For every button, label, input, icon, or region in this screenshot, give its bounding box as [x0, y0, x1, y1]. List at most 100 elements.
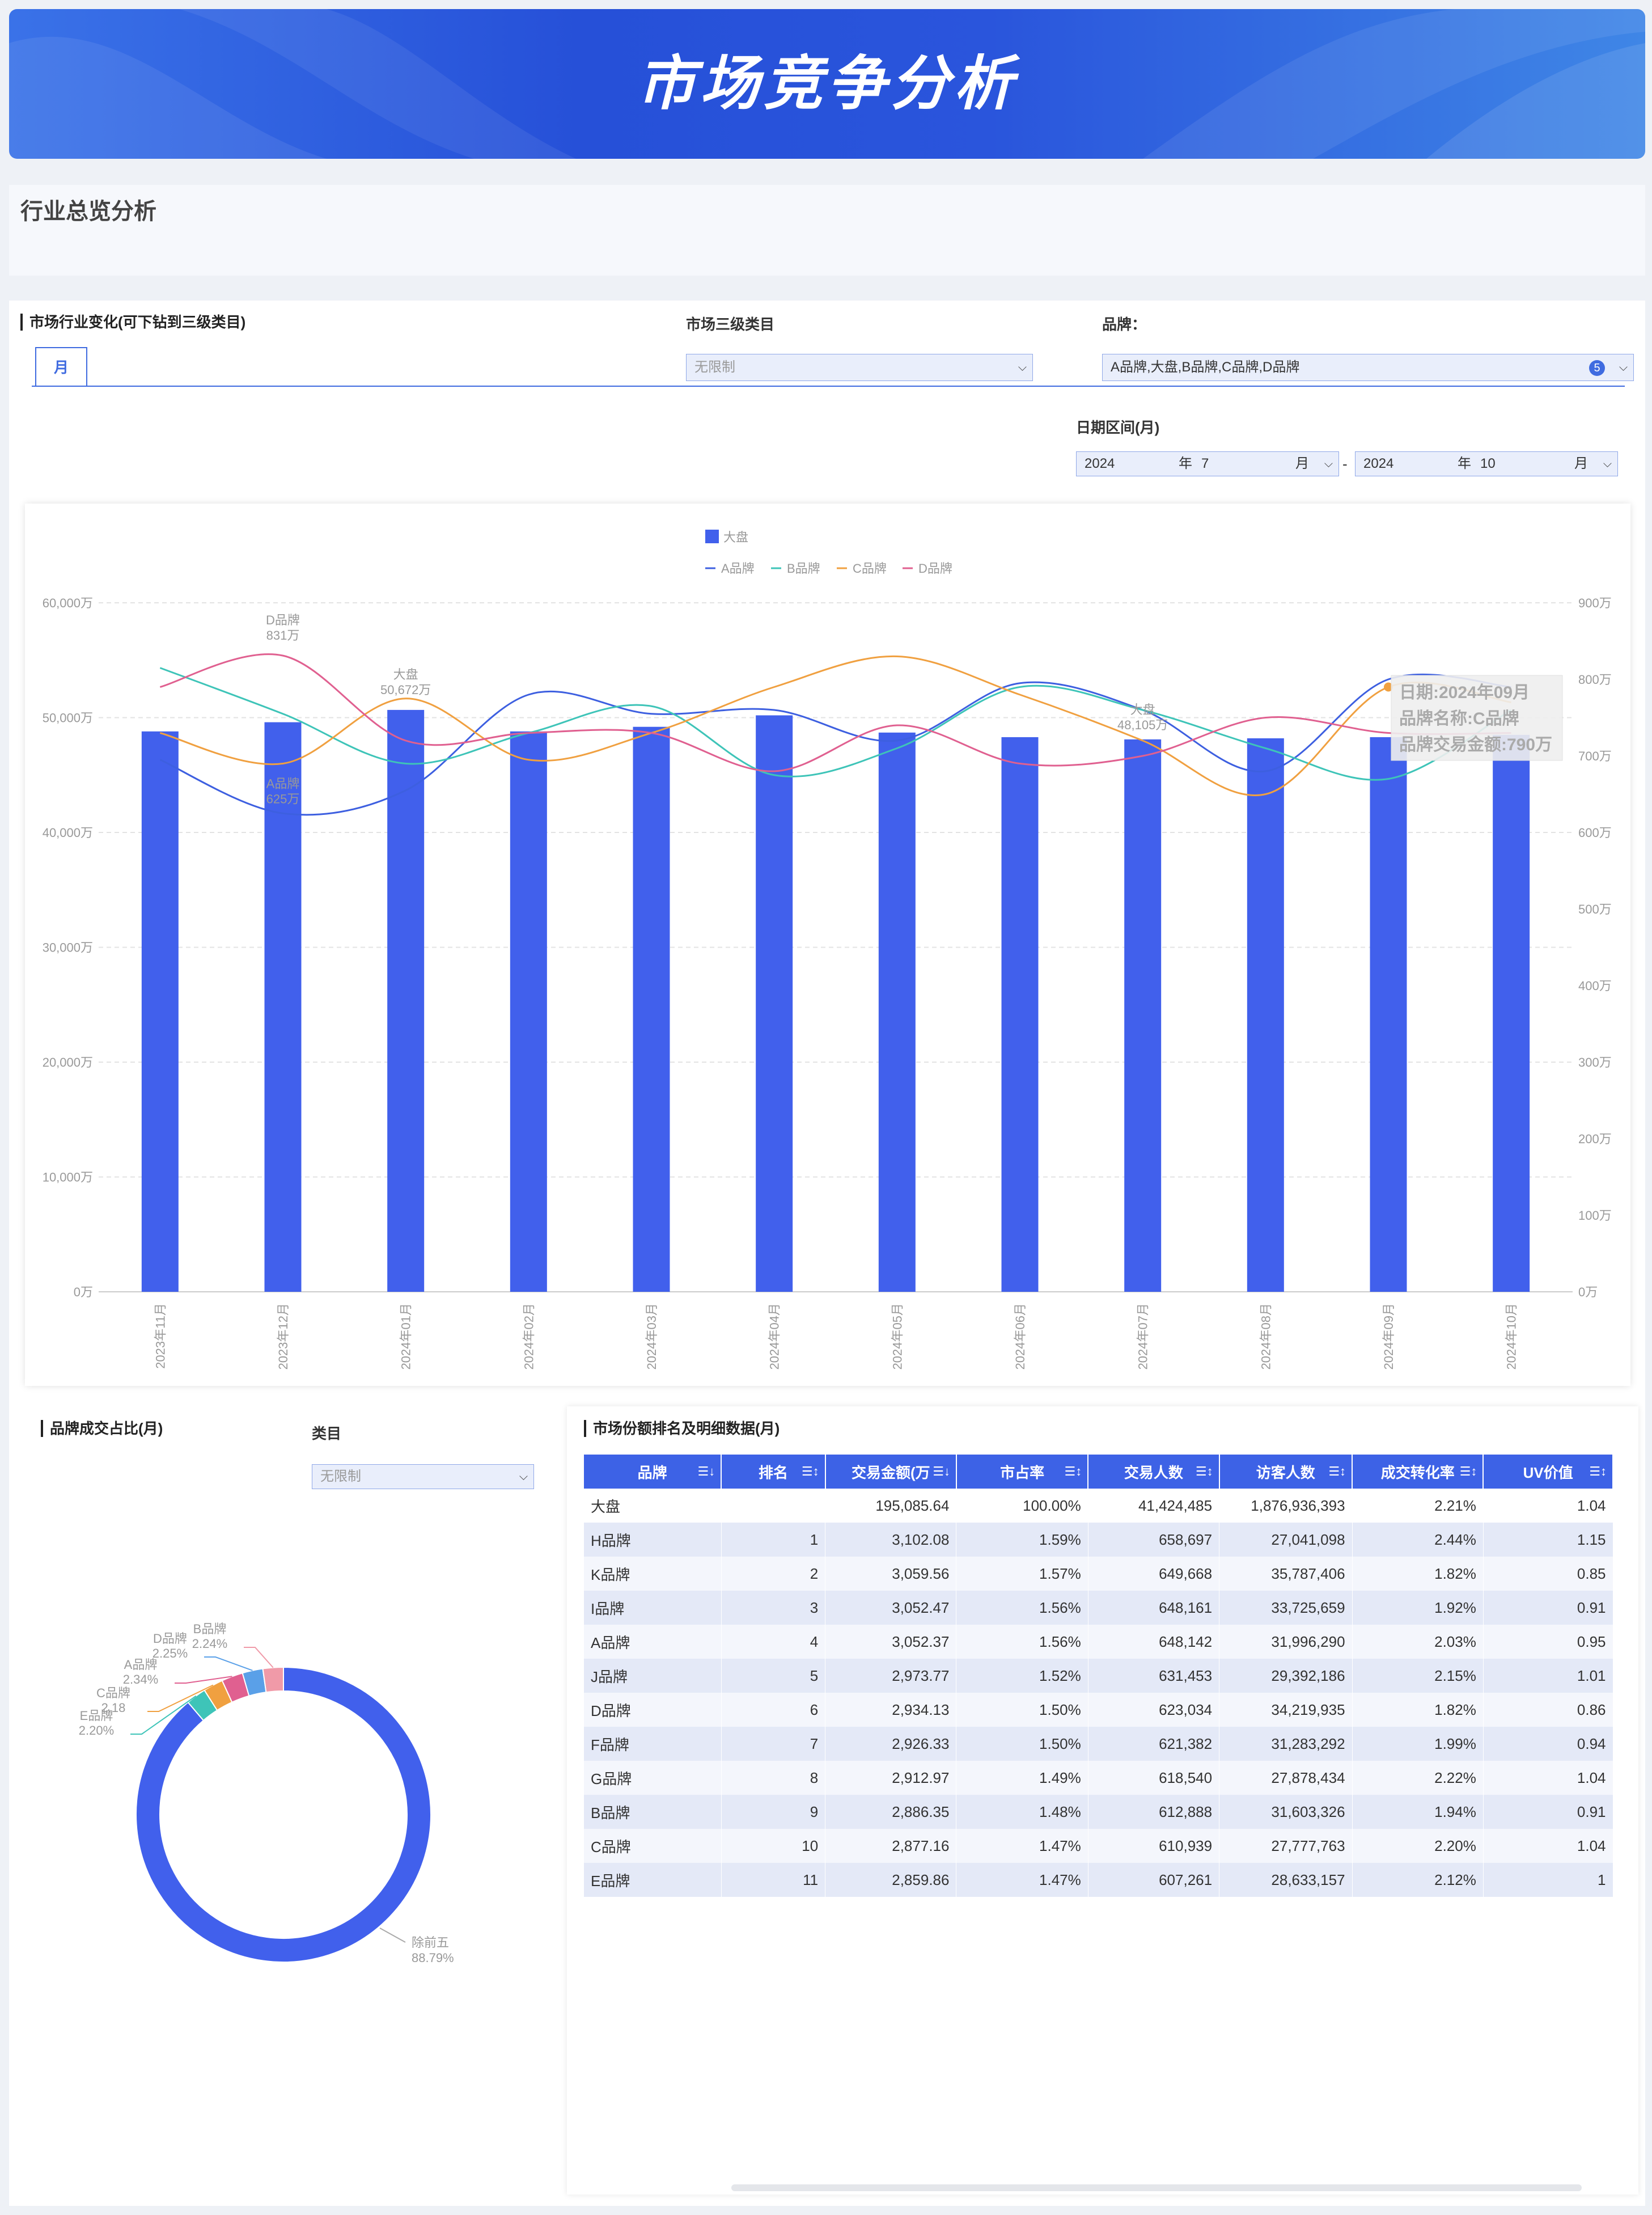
column-header-6[interactable]: 成交转化率 ☰↕ — [1352, 1455, 1484, 1489]
table-cell: 3,052.37 — [825, 1625, 957, 1659]
table-cell: 610,939 — [1088, 1829, 1220, 1863]
y-left-tick-label: 10,000万 — [43, 1170, 93, 1185]
table-cell: 2,934.13 — [825, 1693, 957, 1727]
table-cell: 0.91 — [1483, 1591, 1613, 1625]
x-tick-label: 2024年05月 — [890, 1303, 904, 1369]
table-cell: 2.15% — [1352, 1659, 1484, 1693]
table-cell: 0.91 — [1483, 1795, 1613, 1829]
table-header-row: 品牌 ☰↓ 排名 ☰↕ 交易金额(万 ☰↓ 市占率 ☰↕ 交易人数 ☰↕ 访客人数 ☰↕ 成交转化率 ☰↕… — [584, 1455, 1613, 1489]
table-scrollbar[interactable] — [731, 2184, 1582, 2191]
bar-2024年07月 — [1124, 739, 1162, 1292]
table-row[interactable]: H品牌 1 3,102.08 1.59% 658,697 27,041,098 2.44% 1… — [584, 1523, 1613, 1557]
table-row[interactable]: K品牌 2 3,059.56 1.57% 649,668 35,787,406 1.82% 0… — [584, 1557, 1613, 1591]
industry-combo-chart[interactable]: 0万 10,000万 20,000万 30,000万 40,000万 50,000万 60,… — [25, 504, 1630, 1386]
table-cell: 3,102.08 — [825, 1523, 957, 1557]
table-row[interactable]: 大盘 195,085.64 100.00% 41,424,485 1,876,936,3… — [584, 1489, 1613, 1523]
table-row[interactable]: G品牌 8 2,912.97 1.49% 618,540 27,878,434 2.22% 1… — [584, 1761, 1613, 1795]
column-header-3[interactable]: 市占率 ☰↕ — [956, 1455, 1089, 1489]
sort-icon[interactable]: ☰↓ — [698, 1464, 715, 1479]
y-right-tick-label: 500万 — [1578, 902, 1612, 916]
table-cell: 1.49% — [956, 1761, 1088, 1795]
table-row[interactable]: J品牌 5 2,973.77 1.52% 631,453 29,392,186 2.15% 1… — [584, 1659, 1613, 1693]
column-header-2[interactable]: 交易金额(万 ☰↓ — [825, 1455, 957, 1489]
table-row[interactable]: D品牌 6 2,934.13 1.50% 623,034 34,219,935 1.82% 0… — [584, 1693, 1613, 1727]
table-cell: D品牌 — [584, 1693, 722, 1727]
sort-icon[interactable]: ☰↕ — [1328, 1464, 1346, 1479]
table-cell: 1.15 — [1483, 1523, 1613, 1557]
table-cell: 3,059.56 — [825, 1557, 957, 1591]
bar-2024年08月 — [1247, 738, 1284, 1292]
sort-icon[interactable]: ☰↓ — [933, 1464, 950, 1479]
x-tick-label: 2024年09月 — [1382, 1303, 1396, 1369]
annotation-label: A品牌 — [266, 776, 300, 791]
table-cell: 607,261 — [1088, 1863, 1220, 1897]
table-cell: 1.48% — [956, 1795, 1088, 1829]
brand-select[interactable]: A品牌,大盘,B品牌,C品牌,D品牌 5 ⌵ — [1102, 354, 1634, 381]
table-cell: 1.82% — [1352, 1557, 1484, 1591]
category-select[interactable]: 无限制 ⌵ — [686, 354, 1033, 381]
y-left-tick-label: 40,000万 — [43, 826, 93, 840]
date-separator: - — [1342, 455, 1348, 472]
table-row[interactable]: B品牌 9 2,886.35 1.48% 612,888 31,603,326 1.94% 0… — [584, 1795, 1613, 1829]
bar-2024年01月 — [387, 709, 425, 1292]
tooltip-line: 品牌交易金额:790万 — [1399, 735, 1552, 754]
sort-icon[interactable]: ☰↕ — [1065, 1464, 1082, 1479]
donut-leader-line — [379, 1927, 406, 1943]
end-month-picker[interactable]: 2024 年 10 月 ⌵ — [1355, 451, 1618, 476]
tab-month[interactable]: 月 — [35, 347, 87, 386]
column-header-1[interactable]: 排名 ☰↕ — [721, 1455, 826, 1489]
x-tick-label: 2024年08月 — [1259, 1303, 1273, 1369]
table-cell: 100.00% — [956, 1489, 1088, 1523]
end-month-unit: 月 — [1574, 456, 1588, 471]
end-month: 10 — [1480, 456, 1496, 471]
table-cell: 1.56% — [956, 1591, 1088, 1625]
table-cell: 27,041,098 — [1219, 1523, 1353, 1557]
column-header-0[interactable]: 品牌 ☰↓ — [584, 1455, 722, 1489]
table-cell: 1.59% — [956, 1523, 1088, 1557]
table-cell: 2.22% — [1352, 1761, 1484, 1795]
table-row[interactable]: F品牌 7 2,926.33 1.50% 621,382 31,283,292 1.99% 0… — [584, 1727, 1613, 1761]
column-header-7[interactable]: UV价值 ☰↕ — [1483, 1455, 1613, 1489]
pie-category-select[interactable]: 无限制 ⌵ — [312, 1464, 534, 1489]
column-header-label: 品牌 — [637, 1464, 667, 1481]
table-cell: 1.92% — [1352, 1591, 1484, 1625]
donut-label-pct: 2.18 — [101, 1701, 126, 1715]
table-row[interactable]: A品牌 4 3,052.37 1.56% 648,142 31,996,290 2.03% 0… — [584, 1625, 1613, 1659]
sort-icon[interactable]: ☰↕ — [1589, 1464, 1607, 1479]
donut-label: D品牌 — [153, 1631, 187, 1646]
legend-label: B品牌 — [787, 561, 820, 576]
table-cell: 621,382 — [1088, 1727, 1220, 1761]
donut-label-pct: 2.20% — [79, 1723, 114, 1738]
y-right-tick-label: 800万 — [1578, 673, 1612, 687]
y-left-tick-label: 0万 — [74, 1285, 93, 1299]
sort-icon[interactable]: ☰↕ — [1460, 1464, 1477, 1479]
y-left-tick-label: 30,000万 — [43, 941, 93, 955]
y-right-tick-label: 200万 — [1578, 1132, 1612, 1146]
end-year-unit: 年 — [1458, 456, 1471, 471]
sort-icon[interactable]: ☰↕ — [802, 1464, 819, 1479]
brand-share-donut-chart[interactable]: E品牌2.20%C品牌2.18A品牌2.34%D品牌2.25%B品牌2.24%除… — [57, 1616, 454, 2013]
column-header-label: 交易金额(万 — [851, 1464, 930, 1481]
table-cell: 1.50% — [956, 1693, 1088, 1727]
start-month-picker[interactable]: 2024 年 7 月 ⌵ — [1076, 451, 1339, 476]
donut-label-pct: 2.24% — [192, 1637, 227, 1651]
table-cell: 31,603,326 — [1219, 1795, 1353, 1829]
table-cell: 29,392,186 — [1219, 1659, 1353, 1693]
legend-label: D品牌 — [918, 561, 952, 576]
table-row[interactable]: E品牌 11 2,859.86 1.47% 607,261 28,633,157 2.12%… — [584, 1863, 1613, 1897]
industry-chart-card: 0万 10,000万 20,000万 30,000万 40,000万 50,000万 60,… — [25, 504, 1630, 1386]
table-row[interactable]: I品牌 3 3,052.47 1.56% 648,161 33,725,659 1.92% 0… — [584, 1591, 1613, 1625]
sort-icon[interactable]: ☰↕ — [1196, 1464, 1213, 1479]
y-right-tick-label: 700万 — [1578, 749, 1612, 763]
table-cell: 6 — [721, 1693, 826, 1727]
tooltip-line: 品牌名称:C品牌 — [1399, 709, 1519, 728]
column-header-5[interactable]: 访客人数 ☰↕ — [1219, 1455, 1353, 1489]
overview-title: 行业总览分析 — [20, 199, 156, 224]
bar-2023年11月 — [141, 731, 179, 1292]
pie-category-label: 类目 — [312, 1425, 342, 1442]
table-cell: 0.86 — [1483, 1693, 1613, 1727]
chevron-down-icon: ⌵ — [519, 1470, 528, 1483]
column-header-4[interactable]: 交易人数 ☰↕ — [1088, 1455, 1220, 1489]
table-row[interactable]: C品牌 10 2,877.16 1.47% 610,939 27,777,763 2.20%… — [584, 1829, 1613, 1863]
table-cell: C品牌 — [584, 1829, 722, 1863]
